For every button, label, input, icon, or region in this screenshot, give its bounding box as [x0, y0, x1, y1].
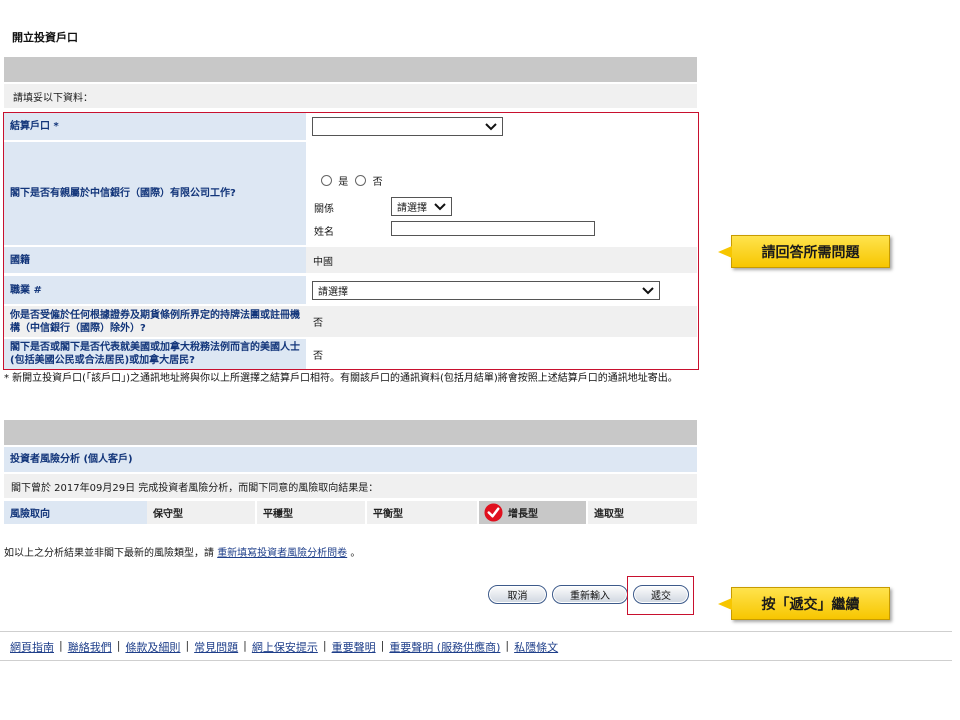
footer-separator: | [505, 639, 510, 652]
checkmark-icon [484, 503, 503, 522]
submit-callout-text: 按「遞交」繼續 [761, 596, 860, 613]
risk-section-title: 投資者風險分析 (個人客戶) [4, 447, 697, 472]
footer-separator: | [185, 639, 190, 652]
callout-arrow [718, 246, 732, 258]
footer-link-contact[interactable]: 聯絡我們 [68, 639, 112, 655]
risk-level-stable: 平穩型 [257, 501, 365, 524]
footer-link-disclaimer-provider[interactable]: 重要聲明 (服務供應商) [389, 639, 500, 655]
reset-button[interactable]: 重新輸入 [552, 585, 628, 604]
risk-level-label: 平穩型 [263, 509, 293, 520]
address-note: * 新開立投資戶口(「該戶口」)之通訊地址將與你以上所選擇之結算戶口相符。有關該… [4, 373, 678, 384]
risk-header-label: 風險取向 [10, 509, 50, 520]
footer-link-terms[interactable]: 條款及細則 [125, 639, 180, 655]
risk-level-growth-selected: 增長型 [479, 501, 586, 524]
risk-retake-prefix: 如以上之分析結果並非閣下最新的風險類型，請 [4, 548, 214, 559]
submit-highlight [627, 576, 694, 615]
risk-level-aggressive: 進取型 [588, 501, 697, 524]
risk-level-label: 平衡型 [373, 509, 403, 520]
callout-arrow [718, 598, 732, 610]
risk-level-label: 增長型 [508, 509, 538, 520]
risk-header-bar [4, 420, 697, 445]
answer-callout-text: 請回答所需問題 [761, 244, 860, 261]
risk-level-label: 保守型 [153, 509, 183, 520]
answer-questions-callout: 請回答所需問題 [718, 235, 890, 268]
footer-separator: | [322, 639, 327, 652]
footer-separator: | [243, 639, 247, 652]
risk-retake-suffix: 。 [350, 548, 361, 559]
footer-link-privacy[interactable]: 私隱條文 [514, 639, 558, 655]
instruction-text: 請填妥以下資料： [13, 92, 93, 104]
footer-divider-bottom [0, 660, 952, 661]
risk-header-cell: 風險取向 [4, 501, 147, 524]
risk-section-title-text: 投資者風險分析 (個人客戶) [10, 454, 133, 465]
footer-links: 網頁指南 | 聯絡我們 | 條款及細則 | 常見問題 | 網上保安提示 | 重要聲明 | 重… [10, 639, 558, 655]
section-header-bar [4, 57, 697, 82]
footer-link-security-tips[interactable]: 網上保安提示 [252, 639, 318, 655]
footer-link-disclaimer[interactable]: 重要聲明 [332, 639, 376, 655]
footer-link-site-guide[interactable]: 網頁指南 [10, 639, 54, 655]
risk-level-label: 進取型 [594, 509, 624, 520]
risk-completion-row: 閣下曾於 2017年09月29日 完成投資者風險分析，而閣下同意的風險取向結果是… [4, 474, 697, 498]
risk-level-balanced: 平衡型 [367, 501, 477, 524]
risk-completion-text: 閣下曾於 2017年09月29日 完成投資者風險分析，而閣下同意的風險取向結果是… [11, 482, 379, 494]
risk-retake-line: 如以上之分析結果並非閣下最新的風險類型，請 重新填寫投資者風險分析問卷 。 [4, 544, 360, 559]
required-questions-highlight [3, 112, 699, 370]
footer-separator: | [116, 639, 121, 652]
cancel-button[interactable]: 取消 [488, 585, 547, 604]
risk-retake-link[interactable]: 重新填寫投資者風險分析問卷 [217, 548, 347, 559]
footer-separator: | [380, 639, 385, 652]
submit-callout: 按「遞交」繼續 [718, 587, 890, 620]
footer-separator: | [59, 639, 63, 652]
risk-level-conservative: 保守型 [147, 501, 255, 524]
form-instruction: 請填妥以下資料： [4, 84, 697, 108]
page-title: 開立投資戶口 [12, 31, 78, 44]
footer-divider-top [0, 631, 952, 632]
footer-link-faq[interactable]: 常見問題 [194, 639, 238, 655]
